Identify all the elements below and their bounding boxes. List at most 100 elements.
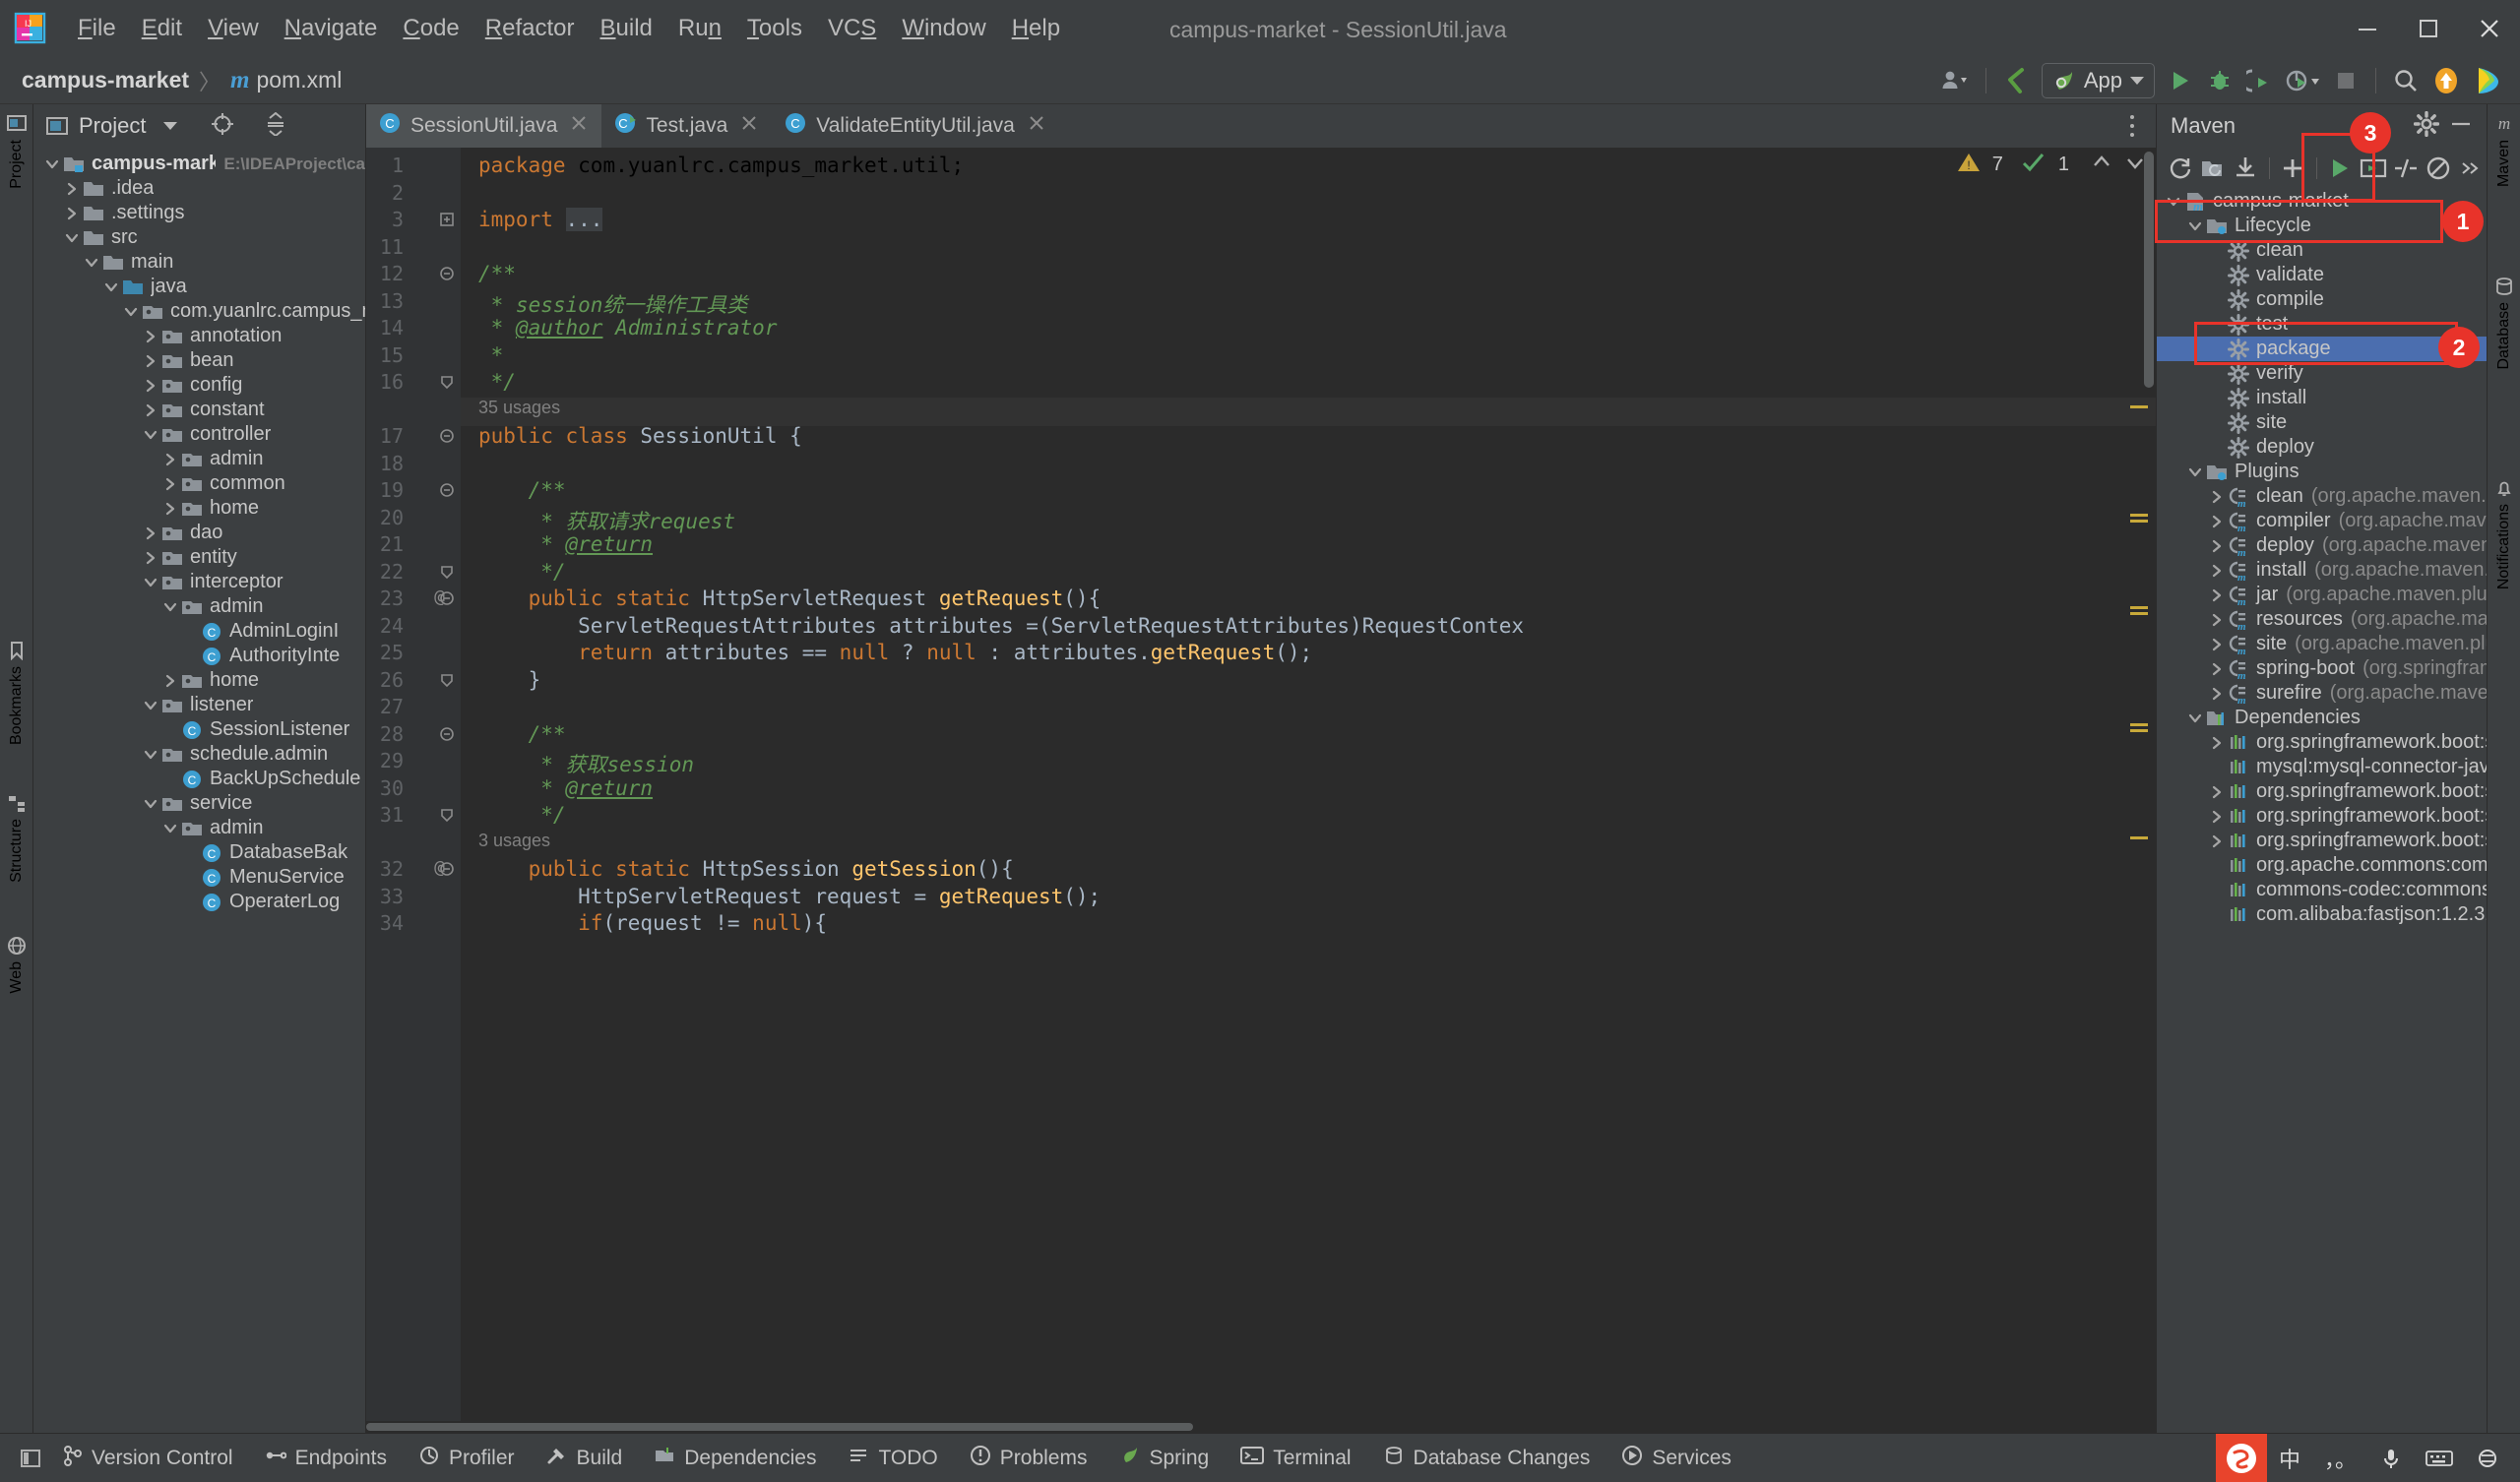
maven-tree-node[interactable]: org.springframework.boot:sprin [2157, 804, 2487, 829]
rail-item-structure[interactable]: Structure [2, 793, 32, 883]
maven-tree-node[interactable]: org.apache.commons:commons [2157, 853, 2487, 878]
chevron-down-icon[interactable] [41, 155, 63, 173]
menu-run[interactable]: Run [665, 11, 734, 46]
prev-highlight-icon[interactable] [2091, 152, 2112, 178]
code-fold-icon[interactable] [439, 861, 455, 877]
chevron-right-icon[interactable] [2206, 537, 2228, 555]
status-item-build[interactable]: Build [531, 1445, 639, 1472]
run-button[interactable] [2161, 61, 2200, 100]
code-fold-icon[interactable] [439, 482, 455, 498]
maven-tree-node[interactable]: mclean (org.apache.maven.plugi [2157, 484, 2487, 509]
breadcrumb-project[interactable]: campus-market [22, 67, 189, 93]
tree-node[interactable]: common [33, 471, 365, 496]
chevron-down-icon[interactable] [2184, 463, 2206, 481]
tree-node[interactable]: home [33, 668, 365, 693]
run-with-coverage-button[interactable] [2239, 61, 2279, 100]
maven-tree-node[interactable]: org.springframework.boot:sprin [2157, 779, 2487, 804]
rail-item-maven[interactable]: m Maven [2489, 112, 2519, 187]
menu-navigate[interactable]: Navigate [272, 11, 391, 46]
project-file-tree[interactable]: campus-market E:\IDEAProject\ca .idea .sett… [33, 148, 365, 1433]
chevron-right-icon[interactable] [140, 328, 161, 345]
maven-tree-node[interactable]: clean [2157, 238, 2487, 263]
menu-edit[interactable]: Edit [129, 11, 195, 46]
status-item-todo[interactable]: TODO [832, 1447, 953, 1470]
maven-tree-node[interactable]: org.springframework.boot:sprin [2157, 829, 2487, 853]
download-sources-icon[interactable] [2231, 152, 2261, 185]
reload-all-icon[interactable] [2165, 152, 2195, 185]
tree-node[interactable]: .settings [33, 201, 365, 225]
tree-node[interactable]: C OperaterLog [33, 890, 365, 914]
editor-tab[interactable]: C SessionUtil.java [366, 104, 602, 148]
maven-tree-node[interactable]: m surefire (org.apache.maven.plu [2157, 681, 2487, 706]
editor-tab[interactable]: C Test.java [601, 104, 772, 148]
editor-options-icon[interactable] [2118, 104, 2146, 148]
tree-node[interactable]: C AuthorityInte [33, 644, 365, 668]
maven-tree-node[interactable]: validate [2157, 263, 2487, 287]
chevron-right-icon[interactable] [2206, 513, 2228, 530]
menu-tools[interactable]: Tools [734, 11, 815, 46]
code-fold-icon[interactable] [439, 726, 455, 742]
chevron-down-icon[interactable] [163, 122, 178, 130]
tree-node[interactable]: dao [33, 521, 365, 545]
menu-build[interactable]: Build [588, 11, 665, 46]
maven-tree-node[interactable]: test [2157, 312, 2487, 337]
chevron-right-icon[interactable] [2206, 685, 2228, 703]
status-item-services[interactable]: Services [1606, 1445, 1747, 1472]
status-item-problems[interactable]: Problems [954, 1445, 1103, 1472]
tree-node[interactable]: admin [33, 816, 365, 840]
maven-tree-node[interactable]: m campus-market [2157, 189, 2487, 214]
tree-node[interactable]: schedule.admin [33, 742, 365, 767]
chevron-down-icon[interactable] [2184, 217, 2206, 235]
close-button[interactable] [2459, 0, 2520, 57]
maven-project-tree[interactable]: m campus-market Lifecycle clean validate comp… [2157, 189, 2487, 1433]
rail-item-notifications[interactable]: Notifications [2489, 478, 2519, 589]
microphone-icon[interactable] [2368, 1447, 2414, 1470]
chevron-down-icon[interactable] [140, 697, 161, 714]
add-maven-project-icon[interactable] [2278, 152, 2308, 185]
inspection-widget[interactable]: ! 7 1 [1957, 152, 2146, 178]
chevron-down-icon[interactable] [140, 746, 161, 764]
chevron-right-icon[interactable] [2206, 587, 2228, 604]
maven-tree-node[interactable]: install [2157, 386, 2487, 410]
rail-item-database[interactable]: Database [2489, 277, 2519, 370]
tree-node[interactable]: com.yuanlrc.campus_m [33, 299, 365, 324]
chevron-right-icon[interactable] [140, 352, 161, 370]
breadcrumb-file[interactable]: pom.xml [257, 67, 343, 93]
editor-vertical-scrollbar[interactable] [2142, 148, 2156, 1433]
chevron-down-icon[interactable] [81, 254, 102, 272]
rail-item-bookmarks[interactable]: Bookmarks [2, 641, 32, 745]
status-item-spring[interactable]: Spring [1102, 1446, 1225, 1471]
tree-node[interactable]: listener [33, 693, 365, 717]
maven-goal-package[interactable]: package [2157, 337, 2487, 361]
chevron-right-icon[interactable] [140, 525, 161, 542]
tree-node[interactable]: C DatabaseBak [33, 840, 365, 865]
minimize-button[interactable] [2337, 0, 2398, 57]
code-fold-icon[interactable] [439, 374, 455, 390]
tree-node[interactable]: entity [33, 545, 365, 570]
menu-help[interactable]: Help [999, 11, 1073, 46]
tree-node[interactable]: admin [33, 594, 365, 619]
ime-mode-label[interactable]: 中 [2267, 1443, 2312, 1474]
chevron-right-icon[interactable] [2206, 808, 2228, 826]
tree-node[interactable]: constant [33, 398, 365, 422]
ide-assistant-icon[interactable] [2467, 61, 2508, 100]
rail-item-web[interactable]: Web [2, 936, 32, 994]
chevron-down-icon[interactable] [100, 278, 122, 296]
maven-run-build-button[interactable] [2325, 152, 2356, 185]
menu-view[interactable]: View [195, 11, 272, 46]
usages-hint[interactable]: 3 usages [478, 831, 550, 851]
chevron-down-icon[interactable] [120, 303, 142, 321]
tree-node[interactable]: controller [33, 422, 365, 447]
code-fold-icon[interactable] [439, 428, 455, 444]
rail-item-project[interactable]: Project [2, 112, 32, 189]
run-configuration-selector[interactable]: App [2041, 63, 2155, 98]
maven-tree-node[interactable]: mysql:mysql-connector-java:5.1 [2157, 755, 2487, 779]
code-fold-icon[interactable] [439, 212, 455, 227]
chevron-down-icon[interactable] [140, 795, 161, 813]
chevron-down-icon[interactable] [159, 598, 181, 616]
select-opened-file-icon[interactable] [211, 112, 234, 141]
maven-tree-node[interactable]: com.alibaba:fastjson:1.2.31 [2157, 902, 2487, 927]
more-options-icon[interactable] [2456, 152, 2487, 185]
tree-node[interactable]: admin [33, 447, 365, 471]
maximize-button[interactable] [2398, 0, 2459, 57]
